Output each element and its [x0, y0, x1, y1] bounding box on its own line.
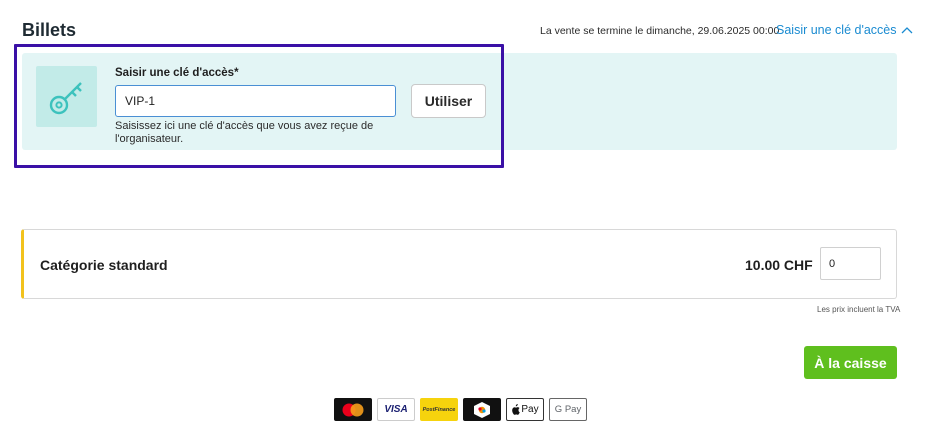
- google-pay-icon: G Pay: [549, 398, 587, 421]
- vat-note: Les prix incluent la TVA: [817, 305, 901, 314]
- mastercard-icon: [334, 398, 372, 421]
- ticket-quantity-input[interactable]: [820, 247, 881, 280]
- visa-icon: VISA: [377, 398, 415, 421]
- sale-end-notice: La vente se termine le dimanche, 29.06.2…: [540, 25, 780, 37]
- access-key-help: Saisissez ici une clé d'accès que vous a…: [115, 120, 374, 145]
- access-key-toggle-label: Saisir une clé d'accès: [776, 23, 897, 37]
- access-key-input[interactable]: [115, 85, 396, 117]
- access-key-toggle[interactable]: Saisir une clé d'accès: [776, 23, 913, 37]
- key-icon: [36, 66, 97, 127]
- chevron-up-icon: [901, 27, 912, 34]
- page-title: Billets: [22, 20, 77, 40]
- ticket-category-name: Catégorie standard: [40, 257, 168, 273]
- apple-pay-label: Pay: [521, 404, 539, 415]
- apply-key-button[interactable]: Utiliser: [411, 84, 486, 118]
- postfinance-icon: PostFinance: [420, 398, 458, 421]
- apple-pay-icon: Pay: [506, 398, 544, 421]
- payment-methods: VISA PostFinance Pay G Pay: [334, 398, 587, 422]
- access-key-label: Saisir une clé d'accès*: [115, 67, 239, 79]
- ticket-price: 10.00 CHF: [745, 257, 813, 273]
- checkout-button[interactable]: À la caisse: [804, 346, 897, 379]
- twint-icon: [463, 398, 501, 421]
